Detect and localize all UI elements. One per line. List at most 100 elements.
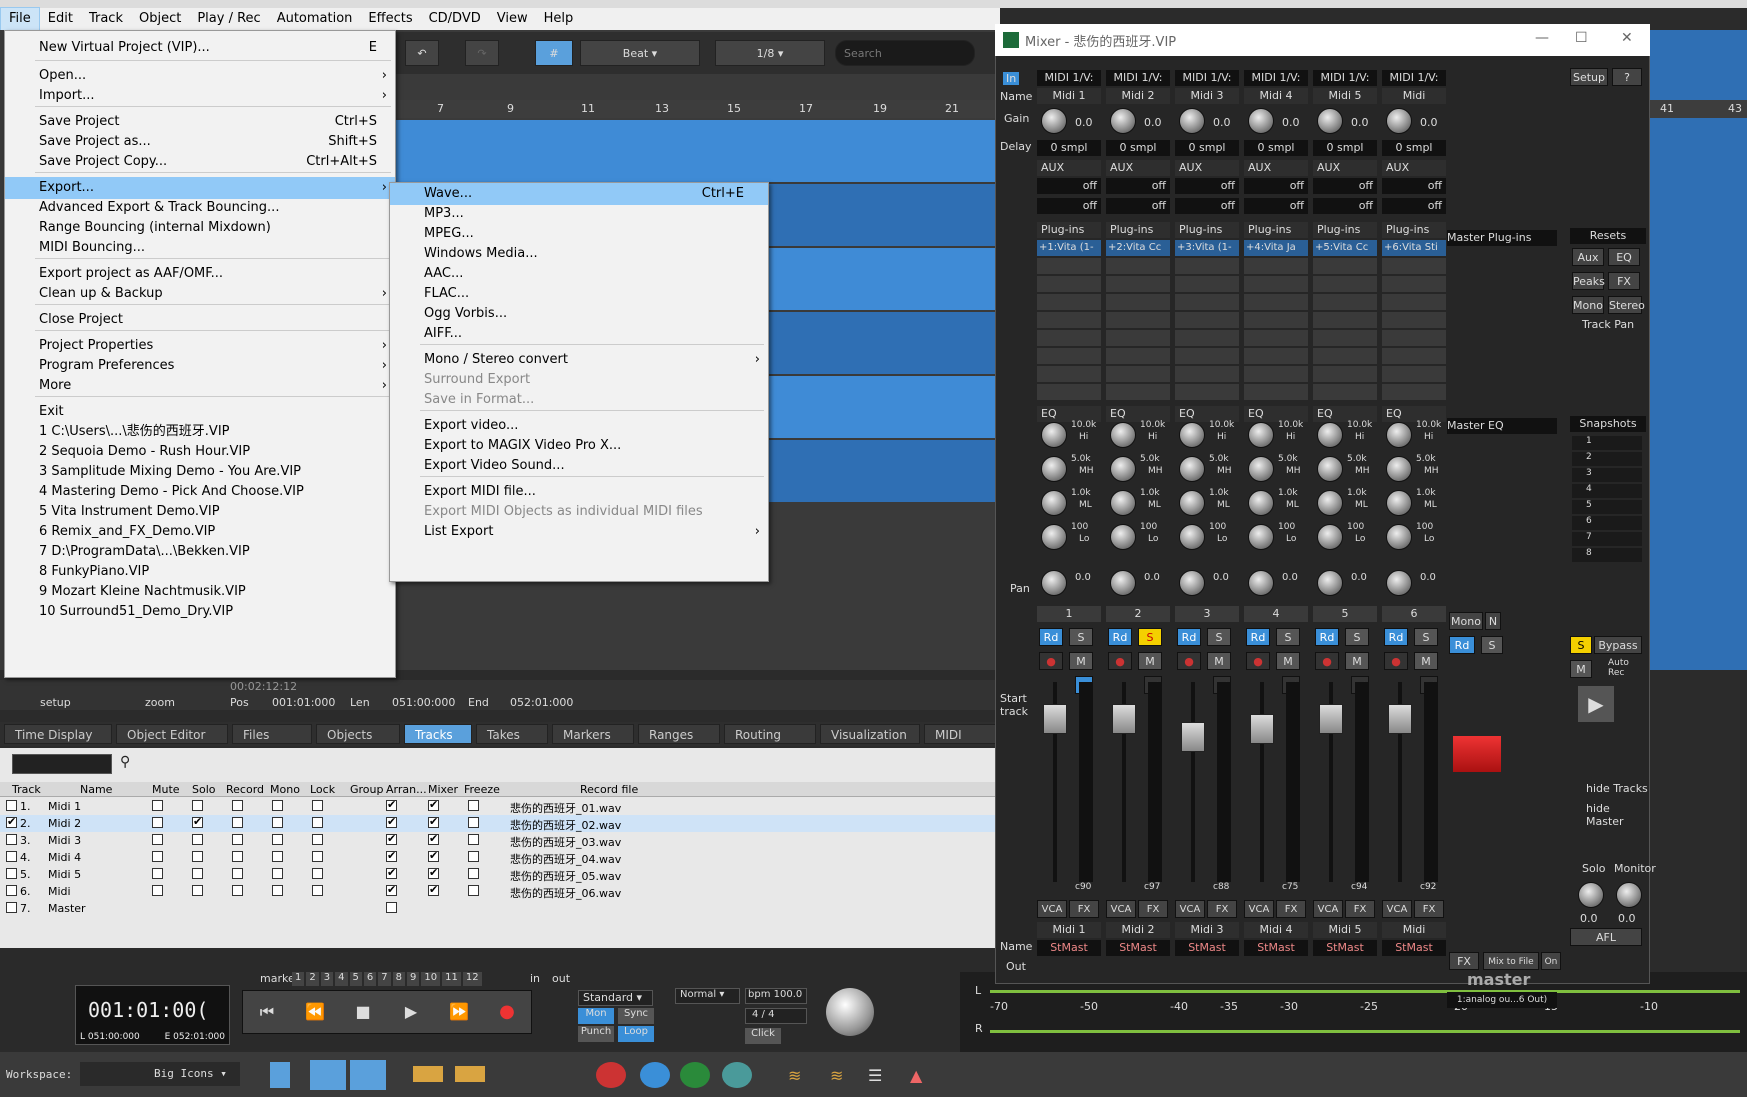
tab-files[interactable]: Files	[232, 724, 312, 744]
file-menu-item[interactable]: Export project as AAF/OMF...	[5, 263, 395, 285]
mix-to-file-button[interactable]: Mix to File	[1483, 952, 1539, 970]
file-menu-item[interactable]: Clean up & Backup ›	[5, 283, 395, 305]
export-menu-item[interactable]: MP3...	[390, 203, 768, 225]
export-menu-item[interactable]: Mono / Stereo convert ›	[390, 349, 768, 371]
plugin-slot-empty[interactable]	[1037, 330, 1101, 346]
file-menu-item[interactable]: Project Properties ›	[5, 335, 395, 357]
eq-knob[interactable]	[1248, 456, 1274, 482]
plugin-slot-empty[interactable]	[1175, 366, 1239, 382]
mixer-toggle-icon[interactable]	[270, 1062, 290, 1088]
record-checkbox[interactable]	[232, 868, 243, 879]
normal-select[interactable]: Normal ▾	[675, 988, 740, 1004]
marker-button[interactable]: 2	[306, 972, 319, 986]
pan-knob[interactable]	[1110, 570, 1136, 596]
sync-button[interactable]: Sync	[618, 1008, 654, 1024]
record-checkbox[interactable]	[232, 851, 243, 862]
eq-knob[interactable]	[1110, 490, 1136, 516]
marker-button[interactable]: 5	[349, 972, 362, 986]
plugin-slot[interactable]: +1:Vita (1-	[1037, 240, 1101, 256]
solo-button[interactable]: S	[1414, 628, 1438, 646]
lock-checkbox[interactable]	[312, 885, 323, 896]
aux-send-1[interactable]: off	[1037, 178, 1101, 194]
table-row[interactable]: 3. Midi 3 悲伤的西班牙_03.wav	[0, 832, 1000, 849]
snapshot-slot[interactable]: 5	[1572, 500, 1642, 514]
plugin-slot-empty[interactable]	[1313, 276, 1377, 292]
time-display[interactable]: 001:01:00( L 051:00:000 E 052:01:000	[75, 985, 230, 1045]
eq-knob[interactable]	[1110, 422, 1136, 448]
file-menu-item[interactable]: MIDI Bouncing...	[5, 237, 395, 259]
eq-knob[interactable]	[1248, 524, 1274, 550]
delay-value[interactable]: 0 smpl	[1106, 140, 1170, 156]
menu-view[interactable]: View	[489, 8, 536, 30]
mute-button[interactable]: M	[1345, 652, 1369, 670]
col-track[interactable]: Track	[12, 783, 41, 796]
output-routing[interactable]: StMast	[1313, 940, 1377, 956]
bypass-button[interactable]: Bypass	[1594, 636, 1642, 654]
record-arm-button[interactable]: ●	[1246, 652, 1270, 670]
hide-tracks-label[interactable]: hide Tracks	[1586, 782, 1648, 795]
hide-master-label[interactable]: hide Master	[1586, 802, 1648, 828]
aux-send-2[interactable]: off	[1106, 198, 1170, 214]
menu-play-rec[interactable]: Play / Rec	[189, 8, 268, 30]
file-menu-item[interactable]: Range Bouncing (internal Mixdown)	[5, 217, 395, 239]
record-arm-button[interactable]: ●	[1108, 652, 1132, 670]
table-row[interactable]: 4. Midi 4 悲伤的西班牙_04.wav	[0, 849, 1000, 866]
marker-button[interactable]: 6	[363, 972, 377, 986]
gain-knob[interactable]	[1110, 108, 1136, 134]
track-name[interactable]: Midi 4	[48, 851, 81, 864]
marker-button[interactable]: 7	[378, 972, 391, 986]
file-menu-item[interactable]: 3 Samplitude Mixing Demo - You Are.VIP	[5, 461, 395, 483]
plugin-slot-empty[interactable]	[1175, 330, 1239, 346]
master-on-button[interactable]: On	[1541, 952, 1561, 970]
record-checkbox[interactable]	[232, 885, 243, 896]
plugin-slot-empty[interactable]	[1037, 258, 1101, 274]
zoom-label[interactable]: zoom	[145, 696, 175, 709]
eq-knob[interactable]	[1386, 524, 1412, 550]
mono-checkbox[interactable]	[272, 885, 283, 896]
mixer-checkbox[interactable]	[428, 815, 439, 828]
channel-name[interactable]: Midi 4	[1244, 88, 1308, 104]
lock-checkbox[interactable]	[312, 817, 323, 828]
aux-send-2[interactable]: off	[1313, 198, 1377, 214]
eq-knob[interactable]	[1179, 524, 1205, 550]
master-out[interactable]: 1:analog ou...6 Out)	[1447, 992, 1557, 1008]
plugin-slot-empty[interactable]	[1106, 312, 1170, 328]
punch-button[interactable]: Punch	[578, 1026, 614, 1042]
mixer-checkbox[interactable]	[428, 883, 439, 896]
fx-button[interactable]: FX	[1069, 900, 1099, 918]
col-arranger[interactable]: Arran...	[386, 783, 427, 796]
play-icon[interactable]: ▶	[1578, 686, 1614, 722]
file-menu-item[interactable]: Exit	[5, 401, 395, 423]
mute-checkbox[interactable]	[152, 817, 163, 828]
channel-name[interactable]: Midi 2	[1106, 88, 1170, 104]
solo-button[interactable]: S	[1276, 628, 1300, 646]
plugin-slot-empty[interactable]	[1037, 348, 1101, 364]
plugin-slot-empty[interactable]	[1106, 330, 1170, 346]
plugin-slot-empty[interactable]	[1244, 276, 1308, 292]
plugin-slot-empty[interactable]	[1106, 348, 1170, 364]
plugin-slot-empty[interactable]	[1037, 312, 1101, 328]
mute-checkbox[interactable]	[152, 885, 163, 896]
tab-objects[interactable]: Objects	[316, 724, 400, 744]
channel-name[interactable]: Midi	[1382, 88, 1446, 104]
lock-checkbox[interactable]	[312, 834, 323, 845]
snapshot-slot[interactable]: 8	[1572, 548, 1642, 562]
file-menu-item[interactable]: 5 Vita Instrument Demo.VIP	[5, 501, 395, 523]
arranger-checkbox[interactable]	[386, 866, 397, 879]
tab-ranges[interactable]: Ranges	[638, 724, 720, 744]
eq-knob[interactable]	[1386, 456, 1412, 482]
export-menu-item[interactable]: Ogg Vorbis...	[390, 303, 768, 325]
mixer-checkbox[interactable]	[428, 866, 439, 879]
plugin-slot[interactable]: +6:Vita Sti	[1382, 240, 1446, 256]
channel-name[interactable]: Midi 5	[1313, 88, 1377, 104]
rewind-icon[interactable]: ⏪	[291, 991, 339, 1033]
file-menu-item[interactable]: Import... ›	[5, 85, 395, 107]
table-row[interactable]: 1. Midi 1 悲伤的西班牙_01.wav	[0, 798, 1000, 815]
plugin-slot-empty[interactable]	[1244, 366, 1308, 382]
eq-knob[interactable]	[1179, 422, 1205, 448]
eq-knob[interactable]	[1248, 422, 1274, 448]
volume-fader-cap[interactable]	[1250, 714, 1274, 744]
export-menu-item[interactable]: Export video...	[390, 415, 768, 437]
mute-button[interactable]: M	[1138, 652, 1162, 670]
setup-label[interactable]: setup	[40, 696, 71, 709]
